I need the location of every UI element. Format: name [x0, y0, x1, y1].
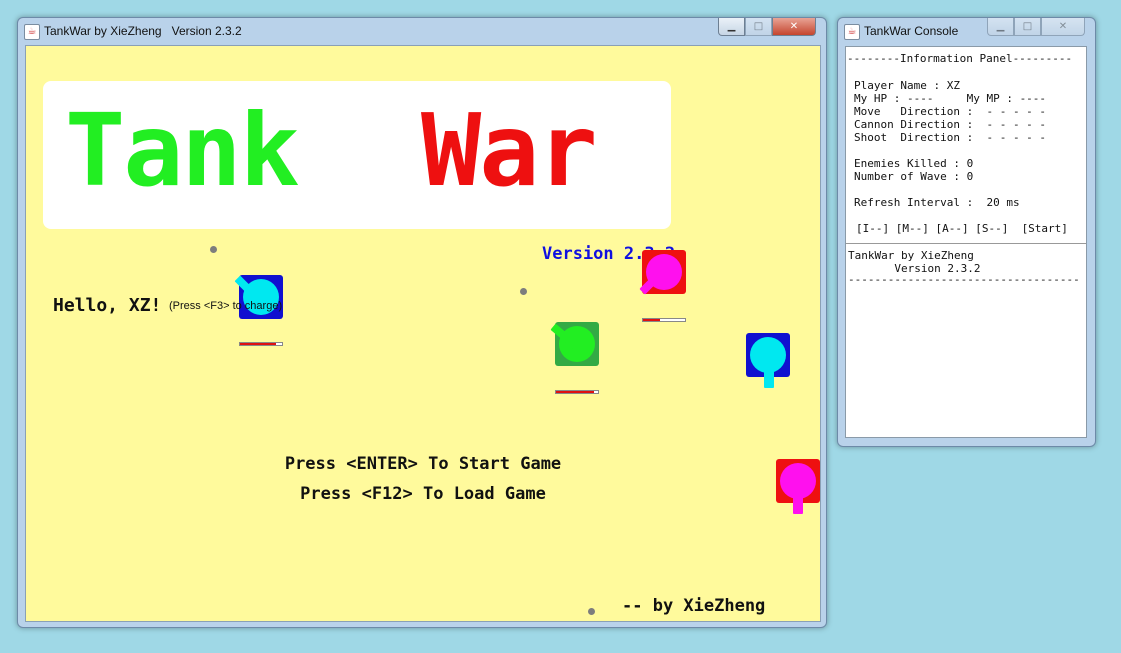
java-icon: ☕	[844, 24, 860, 40]
maximize-icon[interactable]: □	[1014, 18, 1041, 36]
greeting-text: Hello, XZ!	[53, 295, 162, 316]
bullet-dot	[210, 246, 217, 253]
maximize-icon[interactable]: □	[745, 18, 772, 36]
console-window-title: TankWar Console	[864, 24, 959, 38]
game-window: ☕ TankWar by XieZheng Version 2.3.2 ▁ □ …	[17, 17, 827, 628]
console-window: ☕ TankWar Console ▁ □ ✕ --------Informat…	[837, 17, 1096, 447]
cannon-direction: Cannon Direction : - - - - -	[854, 118, 1047, 131]
wave-number: Number of Wave : 0	[854, 170, 974, 183]
log-rule: -----------------------------------	[848, 273, 1080, 286]
tank-hp-bar	[239, 342, 283, 346]
tank-barrel	[764, 352, 774, 388]
shoot-direction: Shoot Direction : - - - - -	[854, 131, 1047, 144]
minimize-icon[interactable]: ▁	[987, 18, 1014, 36]
game-window-title: TankWar by XieZheng Version 2.3.2	[44, 24, 242, 38]
console-window-controls: ▁ □ ✕	[987, 18, 1085, 36]
greeting-hint: (Press <F3> to charge)	[169, 300, 283, 312]
tank-hp-bar	[555, 390, 599, 394]
title-banner: Tank War	[43, 81, 671, 229]
panel-divider	[846, 243, 1086, 244]
bullet-dot	[588, 608, 595, 615]
player-name: Player Name : XZ	[854, 79, 960, 92]
panel-header: --------Information Panel---------	[847, 52, 1073, 65]
tank-hp-bar	[642, 318, 686, 322]
logo-word-war: War	[421, 92, 598, 209]
control-buttons[interactable]: [I--] [M--] [A--] [S--] [Start]	[856, 222, 1068, 235]
load-game-prompt: Press <F12> To Load Game	[300, 484, 546, 504]
game-canvas[interactable]: Tank War Version 2.3.2 Hello, XZ! (Press…	[25, 45, 821, 622]
log-line-title: TankWar by XieZheng	[848, 249, 974, 262]
enemies-killed: Enemies Killed : 0	[854, 157, 974, 170]
game-window-controls: ▁ □ ✕	[718, 18, 816, 36]
game-titlebar[interactable]: ☕ TankWar by XieZheng Version 2.3.2	[18, 18, 826, 46]
close-icon[interactable]: ✕	[772, 18, 816, 36]
author-credit: -- by XieZheng	[622, 596, 766, 616]
minimize-icon[interactable]: ▁	[718, 18, 745, 36]
bullet-dot	[520, 288, 527, 295]
logo-word-tank: Tank	[65, 92, 300, 209]
information-panel: --------Information Panel--------- Playe…	[845, 46, 1087, 438]
close-icon[interactable]: ✕	[1041, 18, 1085, 36]
start-game-prompt: Press <ENTER> To Start Game	[284, 454, 562, 474]
hp-mp-readout: My HP : ---- My MP : ----	[854, 92, 1047, 105]
move-direction: Move Direction : - - - - -	[854, 105, 1047, 118]
java-icon: ☕	[24, 24, 40, 40]
refresh-interval: Refresh Interval : 20 ms	[854, 196, 1020, 209]
